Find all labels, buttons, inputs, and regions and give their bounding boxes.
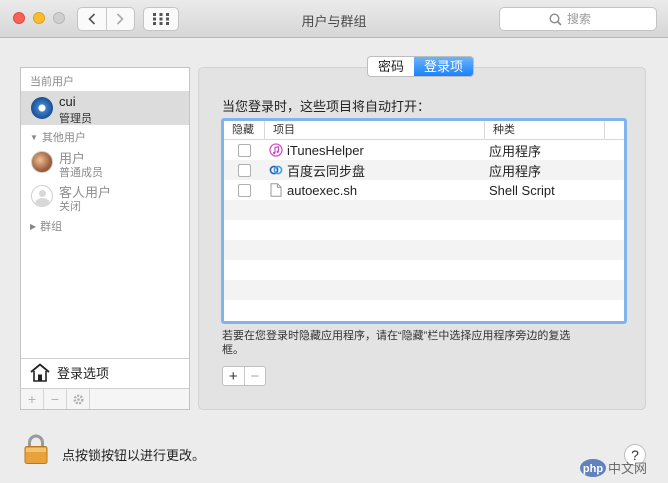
user-role: 管理员 — [59, 113, 92, 125]
users-sidebar: 当前用户 cui 管理员 ▼ 其他用户 用户 普通成员 客人用户 关闭 ▶ 群组… — [20, 67, 190, 410]
column-header-empty — [604, 121, 624, 139]
current-users-header: 当前用户 — [30, 76, 74, 88]
login-options-item[interactable]: 登录选项 — [21, 358, 189, 386]
minus-icon: − — [250, 367, 260, 385]
tab-password[interactable]: 密码 — [368, 57, 414, 76]
gear-icon — [73, 394, 83, 404]
add-remove-control: + − — [222, 366, 266, 386]
watermark-text-php: php — [583, 463, 603, 475]
house-icon — [30, 363, 50, 382]
hide-checkbox[interactable] — [237, 163, 251, 177]
plus-icon: + — [228, 367, 238, 385]
add-login-item-button[interactable]: + — [223, 367, 244, 385]
item-name: 百度云同步盘 — [287, 163, 366, 179]
other-users-header: 其他用户 — [41, 132, 86, 144]
login-options-label: 登录选项 — [57, 366, 110, 381]
empty-table-row — [224, 240, 624, 260]
remove-user-button[interactable]: − — [44, 389, 67, 409]
column-header-kind[interactable]: 种类 — [484, 121, 604, 139]
hide-checkbox[interactable] — [237, 183, 251, 197]
guest-avatar-icon — [31, 185, 53, 207]
table-header: 隐藏 项目 种类 — [224, 121, 624, 140]
watermark-logo: php 中文网 — [580, 459, 647, 477]
lock-icon — [24, 434, 48, 464]
empty-table-row — [224, 280, 624, 300]
itunes-icon — [269, 143, 283, 157]
user-name: cui — [59, 94, 76, 109]
search-icon — [549, 12, 562, 26]
disclosure-triangle-down-icon: ▼ — [30, 132, 38, 142]
login-items-table[interactable]: 隐藏 项目 种类 iTunesHelper 应用程序 百度云同步盘 应用程序 a… — [221, 118, 627, 324]
item-name: iTunesHelper — [287, 142, 364, 158]
empty-table-row — [224, 300, 624, 320]
watermark-text-cn: 中文网 — [608, 462, 647, 477]
user-avatar — [31, 97, 53, 119]
minus-icon: − — [50, 391, 60, 407]
sidebar-toolbar: + − — [21, 388, 189, 409]
item-kind: Shell Script — [489, 182, 555, 198]
item-kind: 应用程序 — [489, 143, 542, 159]
column-header-item[interactable]: 项目 — [264, 121, 484, 139]
action-menu-button[interactable] — [67, 389, 90, 409]
add-user-button[interactable]: + — [21, 389, 44, 409]
table-row[interactable]: 百度云同步盘 应用程序 — [224, 160, 624, 180]
baidu-cloud-icon — [269, 163, 283, 177]
document-icon — [269, 183, 283, 197]
empty-table-row — [224, 260, 624, 280]
other-users-disclosure[interactable]: ▼ 其他用户 — [30, 129, 86, 145]
user-role: 普通成员 — [59, 167, 103, 179]
empty-table-row — [224, 220, 624, 240]
user-row-guest[interactable]: 客人用户 关闭 — [21, 179, 189, 213]
user-avatar — [31, 151, 53, 173]
lock-message: 点按锁按钮以进行更改。 — [62, 448, 206, 463]
hide-checkbox[interactable] — [237, 143, 251, 157]
groups-header: 群组 — [40, 221, 63, 233]
empty-table-row — [224, 200, 624, 220]
plus-icon: + — [27, 391, 37, 407]
groups-disclosure[interactable]: ▶ 群组 — [30, 218, 62, 234]
hide-help-text: 若要在您登录时隐藏应用程序，请在“隐藏”栏中选择应用程序旁边的复选框。 — [222, 330, 571, 356]
disclosure-triangle-right-icon: ▶ — [30, 221, 37, 231]
column-header-hide[interactable]: 隐藏 — [224, 121, 264, 139]
search-input[interactable] — [567, 12, 607, 26]
table-row[interactable]: autoexec.sh Shell Script — [224, 180, 624, 200]
lock-button[interactable] — [23, 434, 49, 469]
remove-login-item-button[interactable]: − — [243, 367, 266, 385]
item-name: autoexec.sh — [287, 182, 358, 198]
login-items-description: 当您登录时，这些项目将自动打开： — [222, 99, 431, 114]
tab-bar: 密码 登录项 — [367, 56, 475, 77]
search-field[interactable] — [499, 7, 657, 31]
user-row-standard[interactable]: 用户 普通成员 — [21, 145, 189, 179]
user-row-current[interactable]: cui 管理员 — [21, 91, 189, 125]
item-kind: 应用程序 — [489, 163, 542, 179]
user-role: 关闭 — [59, 201, 81, 213]
tab-login-items[interactable]: 登录项 — [414, 57, 474, 76]
table-row[interactable]: iTunesHelper 应用程序 — [224, 140, 624, 160]
title-bar: 用户与群组 — [0, 0, 668, 38]
